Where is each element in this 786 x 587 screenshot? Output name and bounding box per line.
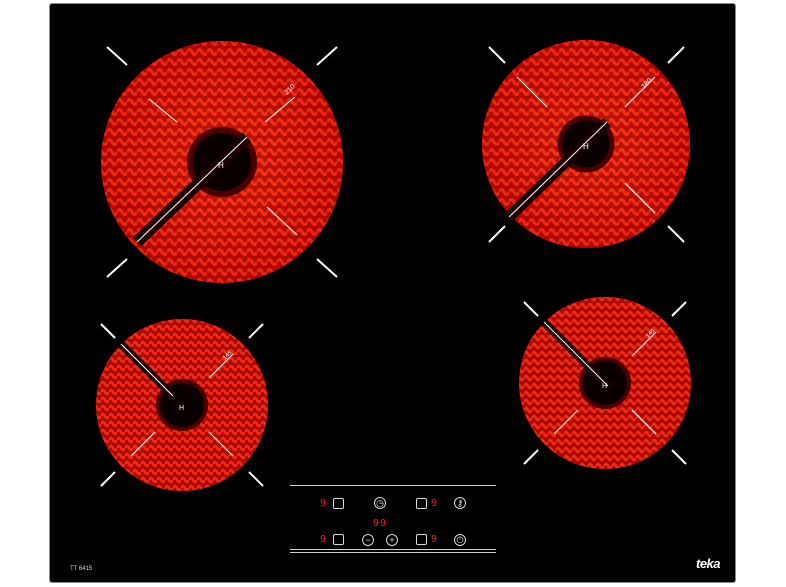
heating-element: H 145 xyxy=(96,319,268,491)
cooking-zone-rear-right[interactable]: H 180 xyxy=(479,37,694,252)
rear-right-zone-display: 9 xyxy=(431,498,439,509)
front-left-zone-display: 9 xyxy=(320,534,328,545)
zone-center-label: H xyxy=(602,383,607,390)
power-icon[interactable]: ⏻ xyxy=(454,534,466,546)
touch-control-panel: 9 ◷ 9 ⚷ 99 9 − + 9 ⏻ xyxy=(290,485,496,553)
cooking-zone-front-right[interactable]: H 145 xyxy=(516,294,694,472)
heating-element: H 180 xyxy=(482,40,690,248)
front-left-zone-select-button[interactable] xyxy=(333,534,344,545)
heating-element: H 210 xyxy=(101,41,343,283)
cooking-zone-rear-left[interactable]: H 210 xyxy=(97,37,347,287)
cooking-zone-front-left[interactable]: H 145 xyxy=(93,316,271,494)
panel-bottom-line-2 xyxy=(290,552,496,553)
brand-logo: teka xyxy=(696,556,721,571)
zone-center-label: H xyxy=(218,161,224,170)
front-right-zone-display: 9 xyxy=(431,534,439,545)
zone-center-label: H xyxy=(179,405,184,412)
panel-top-line xyxy=(290,485,496,486)
zone-center-label: H xyxy=(583,142,589,151)
timer-display: 99 xyxy=(373,518,388,529)
plus-button[interactable]: + xyxy=(386,534,398,546)
lock-icon[interactable]: ⚷ xyxy=(454,497,466,509)
model-label: TT 6415 xyxy=(70,566,93,572)
heating-element: H 145 xyxy=(519,297,691,469)
rear-left-zone-display: 9 xyxy=(320,498,328,509)
front-right-zone-select-button[interactable] xyxy=(416,534,427,545)
rear-right-zone-select-button[interactable] xyxy=(416,498,427,509)
minus-button[interactable]: − xyxy=(362,534,374,546)
ceramic-hob: H 210 H 180 H 145 H 145 9 ◷ 9 ⚷ 99 9 − +… xyxy=(49,3,736,583)
rear-left-zone-select-button[interactable] xyxy=(333,498,344,509)
timer-clock-icon[interactable]: ◷ xyxy=(374,497,386,509)
panel-bottom-line xyxy=(290,549,496,550)
